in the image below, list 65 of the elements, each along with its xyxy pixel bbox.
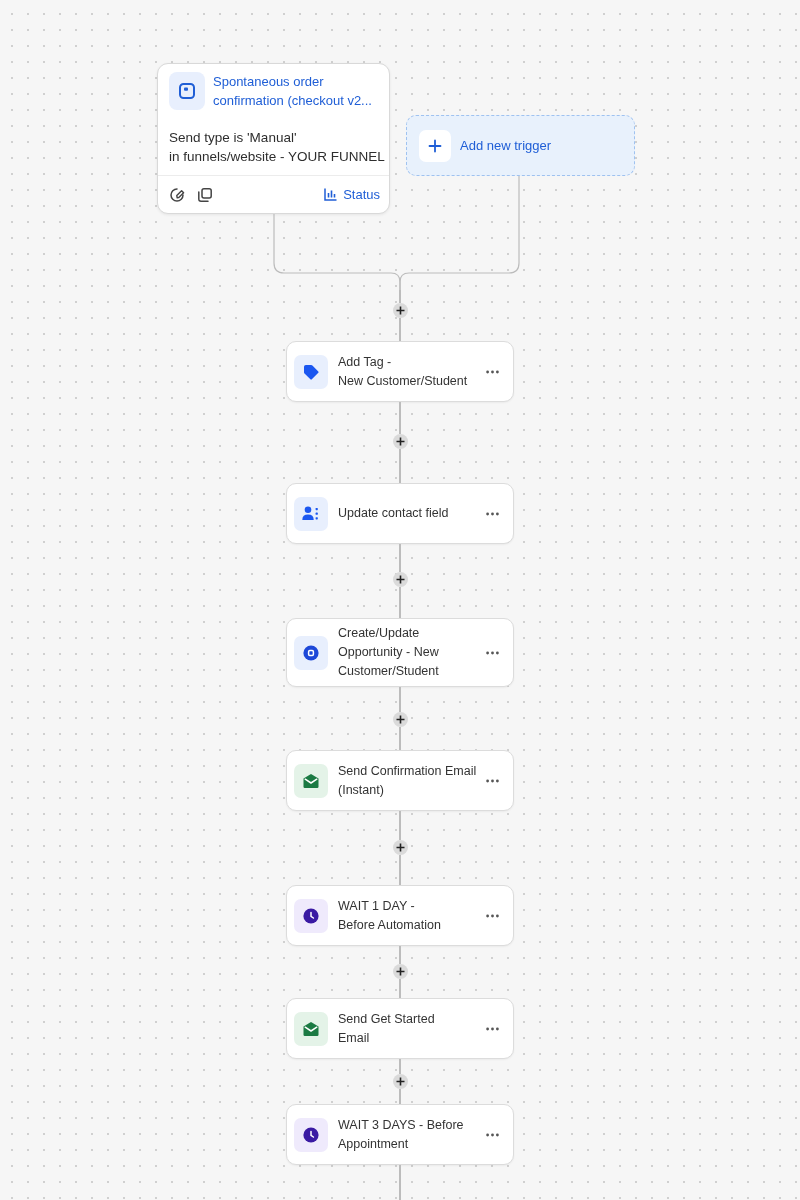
add-step-button[interactable] [392,964,408,979]
action-title: WAIT 3 DAYS - Before Appointment [338,1116,464,1153]
tag-icon [294,354,328,389]
plus-icon [395,437,405,446]
connector-line [399,687,401,712]
connector-line [399,946,401,964]
add-step-button[interactable] [392,712,408,727]
add-step-button[interactable] [392,1074,408,1089]
clock-icon [294,1117,328,1152]
plus-icon [419,129,451,162]
connector-line [399,587,401,618]
plus-icon [395,843,405,852]
trigger-card[interactable]: Spontaneous order confirmation (checkout v2... Send type is 'Manual' in funnels/website - YOUR FUNNEL Status [157,63,390,214]
clock-icon [294,898,328,933]
more-options-icon[interactable] [486,1132,499,1137]
status-button[interactable]: Status [324,184,380,205]
action-card[interactable]: WAIT 3 DAYS - Before Appointment [286,1104,514,1165]
connector-line [399,811,401,840]
connector-line [399,727,401,750]
action-card[interactable]: Send Get Started Email [286,998,514,1059]
more-options-icon[interactable] [486,913,499,918]
trigger-title[interactable]: Spontaneous order confirmation (checkout v2... [213,72,372,110]
more-options-icon[interactable] [486,369,499,374]
plus-icon [395,1077,405,1086]
connector-line [399,402,401,434]
envelope-icon [294,1011,328,1046]
connector-line [399,1089,401,1104]
add-trigger-button[interactable]: Add new trigger [406,115,635,176]
envelope-icon [294,763,328,798]
connector-line [399,1165,401,1200]
plus-icon [395,967,405,976]
connector-line [399,1059,401,1074]
action-card[interactable]: WAIT 1 DAY - Before Automation [286,885,514,946]
connector-line [399,449,401,483]
edit-icon[interactable] [169,186,185,203]
action-title: Send Confirmation Email (Instant) [338,762,477,799]
action-card[interactable]: Update contact field [286,483,514,544]
action-card[interactable]: Add Tag - New Customer/Student [286,341,514,402]
square-icon [169,72,205,110]
connector-line [399,979,401,998]
more-options-icon[interactable] [486,650,499,655]
more-options-icon[interactable] [486,778,500,783]
action-title: WAIT 1 DAY - Before Automation [338,897,441,934]
action-card[interactable]: Send Confirmation Email (Instant) [286,750,514,811]
connector-line [399,318,401,341]
add-step-button[interactable] [392,840,408,855]
action-card[interactable]: Create/Update Opportunity - New Customer/Student [286,618,514,687]
more-options-icon[interactable] [486,511,499,516]
action-title: Add Tag - New Customer/Student [338,353,468,390]
plus-icon [395,715,405,724]
add-step-button[interactable] [392,572,408,587]
trigger-condition: Send type is 'Manual' in funnels/website - YOUR FUNNEL [169,129,385,166]
add-step-button[interactable] [392,303,408,318]
copy-icon[interactable] [197,186,213,203]
more-options-icon[interactable] [486,1026,499,1031]
person-icon [294,496,328,531]
action-title: Update contact field [338,505,449,522]
bar-chart-icon [324,188,338,201]
plus-icon [395,306,405,315]
add-step-button[interactable] [392,434,408,449]
action-title: Create/Update Opportunity - New Customer/Student [338,625,439,680]
connector-line [399,855,401,885]
plus-icon [395,575,405,584]
connector-line [399,544,401,572]
action-title: Send Get Started Email [338,1010,435,1047]
